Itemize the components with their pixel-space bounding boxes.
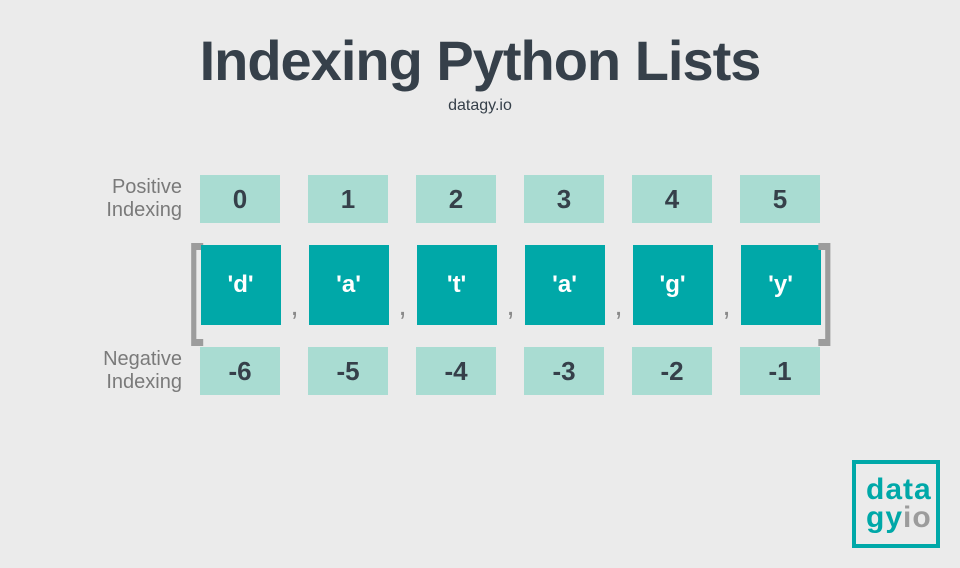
indexing-diagram: Positive Indexing 0 1 2 3 4 5 [ 'd' , 'a…	[70, 175, 890, 395]
page-title: Indexing Python Lists	[0, 28, 960, 93]
positive-index-label: Positive Indexing	[70, 176, 200, 222]
negative-index-cell: -6	[200, 347, 280, 395]
list-item-cell: 'g'	[633, 245, 713, 325]
comma-separator: ,	[605, 289, 633, 325]
list-row: [ 'd' , 'a' , 't' , 'a' , 'g' , 'y' ]	[70, 245, 890, 325]
positive-index-row: Positive Indexing 0 1 2 3 4 5	[70, 175, 890, 223]
positive-index-cell: 1	[308, 175, 388, 223]
negative-index-cell: -2	[632, 347, 712, 395]
list-item-cell: 'a'	[525, 245, 605, 325]
negative-index-cells: -6 -5 -4 -3 -2 -1	[200, 347, 820, 395]
positive-index-cells: 0 1 2 3 4 5	[200, 175, 820, 223]
positive-index-cell: 3	[524, 175, 604, 223]
negative-index-cell: -1	[740, 347, 820, 395]
list-item-cell: 'y'	[741, 245, 821, 325]
negative-index-row: Negative Indexing -6 -5 -4 -3 -2 -1	[70, 347, 890, 395]
positive-index-cell: 4	[632, 175, 712, 223]
logo-text-line2: gyio	[866, 504, 936, 533]
negative-index-cell: -3	[524, 347, 604, 395]
bracket-close-icon: ]	[817, 247, 834, 324]
subtitle: datagy.io	[0, 97, 960, 115]
comma-separator: ,	[713, 289, 741, 325]
positive-index-cell: 0	[200, 175, 280, 223]
negative-index-cell: -5	[308, 347, 388, 395]
comma-separator: ,	[497, 289, 525, 325]
logo-text-line1: data	[866, 476, 936, 505]
negative-index-label: Negative Indexing	[70, 348, 200, 394]
logo-text-gy: gy	[866, 501, 903, 534]
list-item-cell: 't'	[417, 245, 497, 325]
positive-index-cell: 5	[740, 175, 820, 223]
list-item-cell: 'a'	[309, 245, 389, 325]
negative-index-cell: -4	[416, 347, 496, 395]
positive-index-cell: 2	[416, 175, 496, 223]
datagy-logo: data gyio	[852, 460, 940, 548]
comma-separator: ,	[281, 289, 309, 325]
logo-text-io: io	[903, 501, 932, 534]
comma-separator: ,	[389, 289, 417, 325]
list-item-cell: 'd'	[201, 245, 281, 325]
list-cells: 'd' , 'a' , 't' , 'a' , 'g' , 'y'	[201, 245, 821, 325]
